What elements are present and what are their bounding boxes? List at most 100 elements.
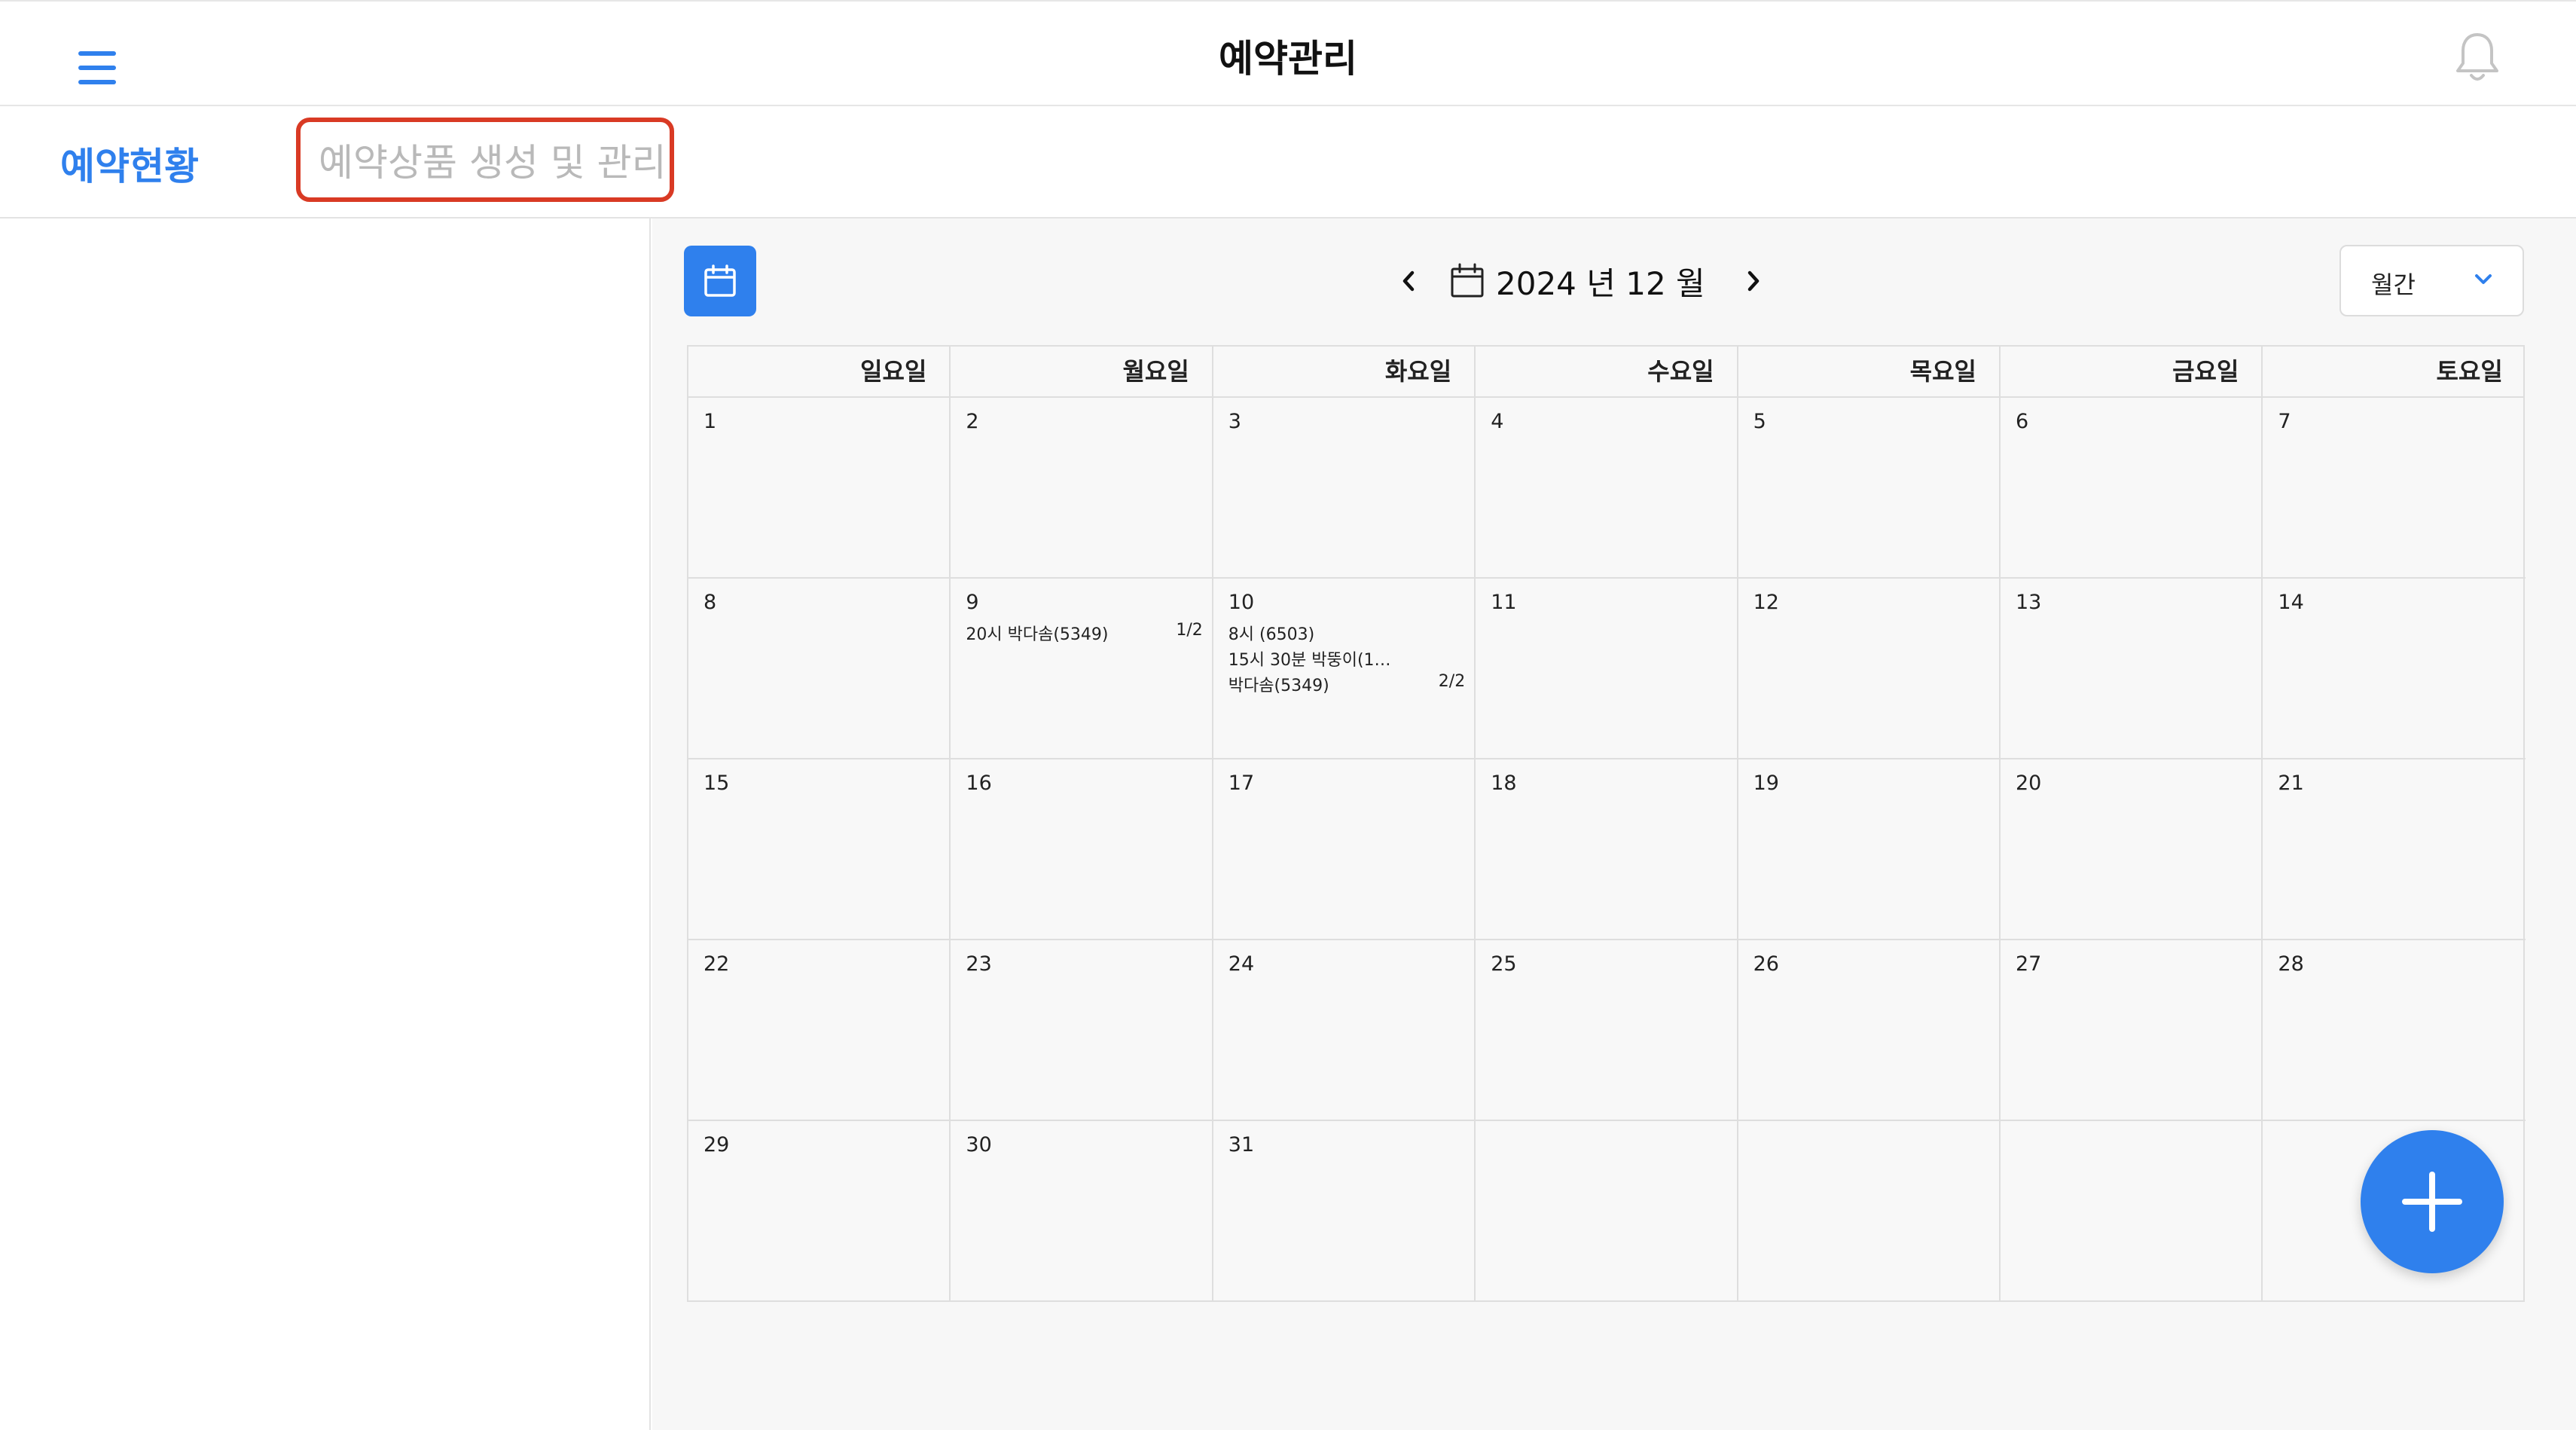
day-number: 20 [2016,772,2042,795]
day-number: 5 [1753,410,1766,433]
day-number: 28 [2278,952,2304,976]
day-number: 22 [704,952,730,976]
calendar-day-cell[interactable]: 28 [2263,940,2526,1121]
calendar-day-cell[interactable]: 16 [951,759,1213,940]
calendar-day-cell[interactable]: 19 [1738,759,2001,940]
day-number: 7 [2278,410,2291,433]
weekday-header: 토요일 [2436,357,2503,386]
calendar-day-cell[interactable]: 12 [1738,579,2001,759]
calendar-day-cell[interactable]: 20 [2001,759,2263,940]
day-number: 23 [966,952,992,976]
month-calendar-grid: 일요일 월요일 화요일 수요일 목요일 금요일 토요일 1 2 3 4 5 6 7 8 9 20시 박다솜(5… [687,345,2526,1302]
calendar-day-cell[interactable]: 27 [2001,940,2263,1121]
calendar-day-cell[interactable]: 21 [2263,759,2526,940]
next-month-button[interactable] [1731,258,1776,304]
month-navigator: 2024 년 12 월 [1386,255,1776,307]
day-number: 16 [966,772,992,795]
calendar-day-cell[interactable]: 13 [2001,579,2263,759]
calendar-day-cell[interactable]: 11 [1476,579,1738,759]
calendar-day-cell[interactable] [1476,1121,1738,1302]
reservation-entry[interactable]: 8시 (6503) [1228,621,1314,645]
calendar-day-cell[interactable]: 31 [1213,1121,1476,1302]
day-number: 15 [704,772,730,795]
calendar-day-cell[interactable]: 25 [1476,940,1738,1121]
calendar-day-cell[interactable]: 4 [1476,398,1738,579]
tab-product-management[interactable]: 예약상품 생성 및 관리 [296,118,674,202]
calendar-day-cell[interactable]: 3 [1213,398,1476,579]
calendar-day-cell[interactable]: 18 [1476,759,1738,940]
calendar-day-cell[interactable]: 15 [688,759,951,940]
view-mode-select[interactable]: 월간 [2339,245,2524,316]
calendar-day-cell[interactable]: 8 [688,579,951,759]
day-number: 19 [1753,772,1779,795]
calendar-day-cell[interactable]: 17 [1213,759,1476,940]
reservation-entry[interactable]: 박다솜(5349) [1228,672,1329,696]
left-panel [0,218,651,1430]
add-reservation-button[interactable] [2361,1130,2504,1273]
day-number: 30 [966,1133,992,1157]
calendar-day-cell[interactable]: 1 [688,398,951,579]
day-number: 24 [1228,952,1255,976]
calendar-day-cell[interactable]: 30 [951,1121,1213,1302]
calendar-icon [704,264,736,297]
reservation-count: 2/2 [1438,672,1466,691]
weekday-header: 일요일 [688,347,951,396]
calendar-day-cell[interactable]: 5 [1738,398,2001,579]
calendar-day-cell[interactable]: 23 [951,940,1213,1121]
day-number: 29 [704,1133,730,1157]
day-number: 21 [2278,772,2304,795]
page-title: 예약관리 [1219,37,1357,81]
calendar-button[interactable] [684,246,756,316]
day-number: 27 [2016,952,2042,976]
calendar-day-cell[interactable]: 2 [951,398,1213,579]
day-number: 18 [1491,772,1517,795]
calendar-outline-icon [1451,263,1484,298]
day-number: 4 [1491,410,1504,433]
calendar-day-cell[interactable]: 9 20시 박다솜(5349) 1/2 [951,579,1213,759]
day-number: 2 [966,410,979,433]
reservation-entry[interactable]: 20시 박다솜(5349) [966,621,1108,645]
day-number: 3 [1228,410,1241,433]
calendar-day-cell[interactable]: 26 [1738,940,2001,1121]
reservation-entry[interactable]: 15시 30분 박뚱이(1… [1228,646,1391,671]
month-label: 2024 년 12 월 [1496,264,1705,302]
weekday-header: 수요일 [1476,347,1738,396]
top-app-bar: 예약관리 [0,0,2576,106]
day-number: 17 [1228,772,1255,795]
weekday-header: 화요일 [1213,347,1476,396]
calendar-day-cell[interactable]: 24 [1213,940,1476,1121]
calendar-day-cell[interactable]: 10 8시 (6503) 15시 30분 박뚱이(1… 박다솜(5349) 2/2 [1213,579,1476,759]
weekday-header: 월요일 [951,347,1213,396]
day-number: 9 [966,591,979,614]
day-number: 6 [2016,410,2029,433]
day-number: 31 [1228,1133,1255,1157]
day-number: 12 [1753,591,1779,614]
calendar-day-cell[interactable]: 14 [2263,579,2526,759]
prev-month-button[interactable] [1386,258,1431,304]
day-number: 11 [1491,591,1517,614]
weekday-header-row: 일요일 월요일 화요일 수요일 목요일 금요일 토요일 [688,347,2523,398]
view-mode-value: 월간 [2371,270,2416,299]
calendar-day-cell[interactable]: 29 [688,1121,951,1302]
day-number: 1 [704,410,717,433]
day-number: 8 [704,591,717,614]
calendar-day-cell[interactable]: 6 [2001,398,2263,579]
calendar-day-cell[interactable]: 7 [2263,398,2526,579]
plus-icon [2402,1172,2462,1232]
day-number: 26 [1753,952,1779,976]
day-number: 10 [1228,591,1255,614]
day-number: 13 [2016,591,2042,614]
bell-icon[interactable] [2454,30,2501,84]
tab-bar: 예약현황 예약상품 생성 및 관리 [0,106,2576,218]
reservation-count: 1/2 [1176,621,1203,640]
chevron-down-icon [2475,274,2492,284]
calendar-day-cell[interactable] [2001,1121,2263,1302]
tab-reservation-status[interactable]: 예약현황 [60,136,199,191]
day-number: 25 [1491,952,1517,976]
chevron-left-icon [1402,270,1415,292]
chevron-right-icon [1747,270,1759,292]
calendar-day-cell[interactable] [1738,1121,2001,1302]
weekday-header: 금요일 [2001,347,2263,396]
calendar-day-cell[interactable]: 22 [688,940,951,1121]
weekday-header: 목요일 [1738,347,2001,396]
